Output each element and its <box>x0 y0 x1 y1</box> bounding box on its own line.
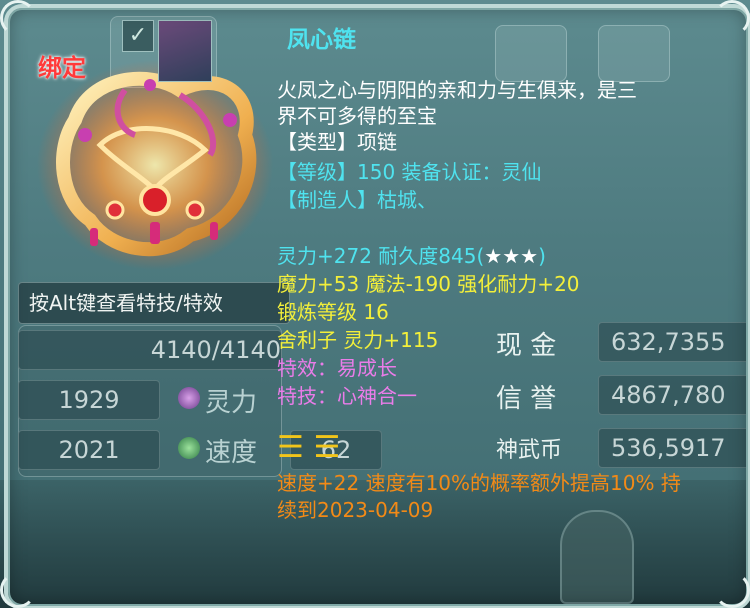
game-screen: 4140/4140 1929 2021 灵力 速度 62 现 金 信 誉 神武币… <box>0 0 750 608</box>
stat-field-1929: 1929 <box>18 380 160 420</box>
bonus-line-1: 速度+22 速度有10%的概率额外提高10% 持 <box>277 471 681 495</box>
stat-line-2: 魔力+53 魔法-190 强化耐力+20 <box>277 272 580 296</box>
frame-corner-ornament <box>0 0 36 36</box>
stat-line-4: 舍利子 灵力+115 <box>277 328 439 352</box>
stat-lingli-durability: 灵力+272 耐久度845( <box>277 244 485 268</box>
trigram-icon-1: ☰ <box>277 430 304 465</box>
special-skill: 特技：心神合一 <box>277 384 417 408</box>
trigram-row: ☰ ☰ <box>277 433 340 463</box>
item-name: 凤心链 <box>287 27 356 53</box>
stat-field-2021: 2021 <box>18 430 160 470</box>
lingli-icon <box>178 387 200 409</box>
checkmark-slot[interactable]: ✓ <box>122 20 154 52</box>
label-sudu: 速度 <box>205 438 258 468</box>
item-tooltip: 凤心链 火凤之心与阴阳的亲和力与生俱来，是三 界不可多得的至宝 【类型】项链 【… <box>277 17 735 537</box>
trigram-icon-2: ☰ <box>313 430 341 465</box>
sudu-icon <box>178 437 200 459</box>
item-description-line-2: 界不可多得的至宝 <box>277 104 437 128</box>
necklace-icon <box>37 60 273 270</box>
item-level: 【等级】150 装备认证：灵仙 <box>277 160 542 184</box>
hp-field: 4140/4140 <box>18 330 282 370</box>
frame-corner-ornament <box>714 0 750 36</box>
stat-line-3: 锻炼等级 16 <box>277 300 389 324</box>
bound-label: 绑定 <box>38 54 86 82</box>
stat-line-1-close: ) <box>538 244 546 268</box>
stat-line-1: 灵力+272 耐久度845(★★★) <box>277 243 546 269</box>
bonus-line-2: 续到2023-04-09 <box>277 498 434 522</box>
frame-corner-ornament <box>0 572 36 608</box>
star-rating: ★★★ <box>484 244 539 268</box>
item-type: 【类型】项链 <box>277 130 397 154</box>
special-effect: 特效：易成长 <box>277 356 397 380</box>
item-maker: 【制造人】枯城、 <box>277 188 437 212</box>
frame-corner-ornament <box>714 572 750 608</box>
equipment-slot-icon[interactable] <box>158 20 212 82</box>
label-lingli: 灵力 <box>205 388 258 418</box>
item-description-line-1: 火凤之心与阴阳的亲和力与生俱来，是三 <box>277 78 637 102</box>
alt-hint: 按Alt键查看特技/特效 <box>18 282 290 324</box>
